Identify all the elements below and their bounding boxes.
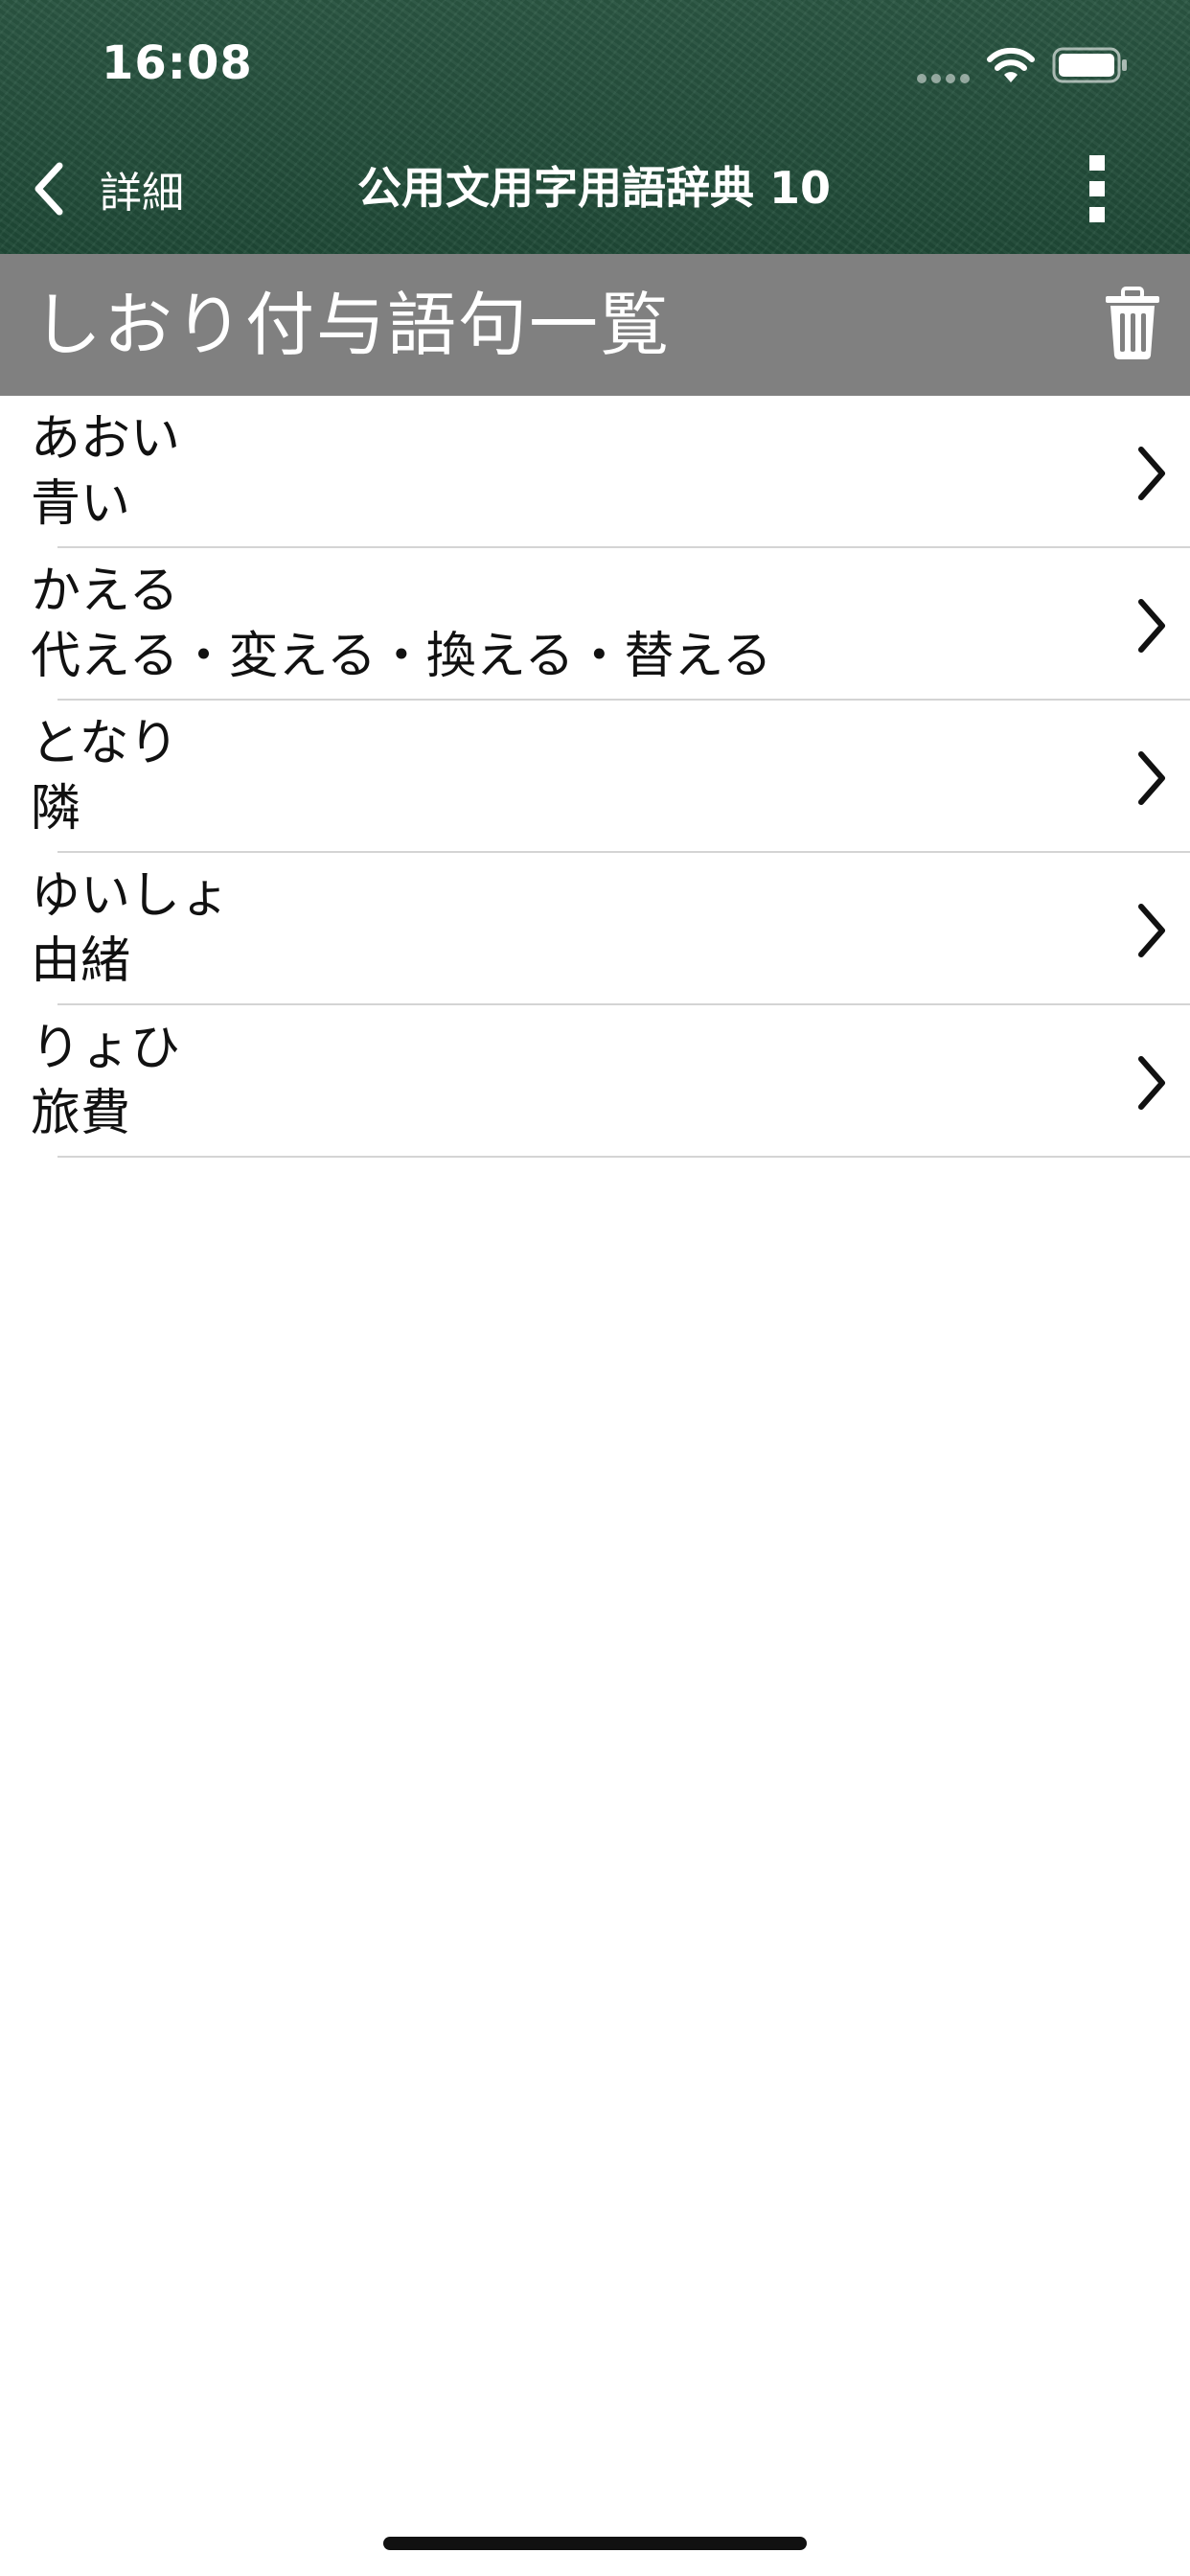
chevron-right-icon [1138, 1056, 1165, 1110]
item-reading: かえる [31, 563, 179, 620]
battery-icon [1052, 47, 1127, 83]
more-button[interactable] [1081, 155, 1113, 222]
item-word: 旅費 [31, 1085, 131, 1142]
item-reading: りょひ [31, 1020, 181, 1077]
chevron-right-icon [1138, 904, 1165, 957]
list-item[interactable]: りょひ 旅費 [0, 1005, 1190, 1158]
more-vertical-icon [1089, 155, 1105, 171]
list-item[interactable]: となり 隣 [0, 701, 1190, 853]
status-time: 16:08 [102, 36, 253, 90]
trash-icon[interactable] [1102, 285, 1163, 361]
bookmark-list: あおい 青い かえる 代える・変える・換える・替える となり 隣 ゆいしょ 由緒… [0, 396, 1190, 1158]
chevron-right-icon [1138, 599, 1165, 653]
section-title: しおり付与語句一覧 [33, 285, 672, 365]
item-reading: となり [31, 715, 179, 772]
chevron-right-icon [1138, 447, 1165, 500]
list-item[interactable]: ゆいしょ 由緒 [0, 853, 1190, 1005]
home-indicator[interactable] [383, 2537, 807, 2550]
item-word: 青い [31, 475, 131, 533]
page-title: 公用文用字用語辞典 10 [356, 162, 832, 214]
list-item[interactable]: かえる 代える・変える・換える・替える [0, 548, 1190, 701]
chevron-right-icon [1138, 751, 1165, 805]
item-word: 隣 [31, 780, 81, 838]
item-reading: あおい [31, 410, 181, 468]
item-word: 由緒 [31, 932, 131, 990]
back-label: 詳細 [100, 169, 184, 218]
back-button[interactable]: 詳細 [33, 155, 184, 222]
section-header: しおり付与語句一覧 [0, 254, 1190, 396]
wifi-icon [987, 47, 1035, 82]
item-word: 代える・変える・換える・替える [31, 628, 772, 685]
navigation-header: 16:08 詳細 公用文用字用語辞典 10 [0, 0, 1190, 254]
item-reading: ゆいしょ [31, 867, 231, 925]
cellular-signal-icon [917, 74, 970, 83]
list-item[interactable]: あおい 青い [0, 396, 1190, 548]
chevron-left-icon [34, 162, 63, 216]
